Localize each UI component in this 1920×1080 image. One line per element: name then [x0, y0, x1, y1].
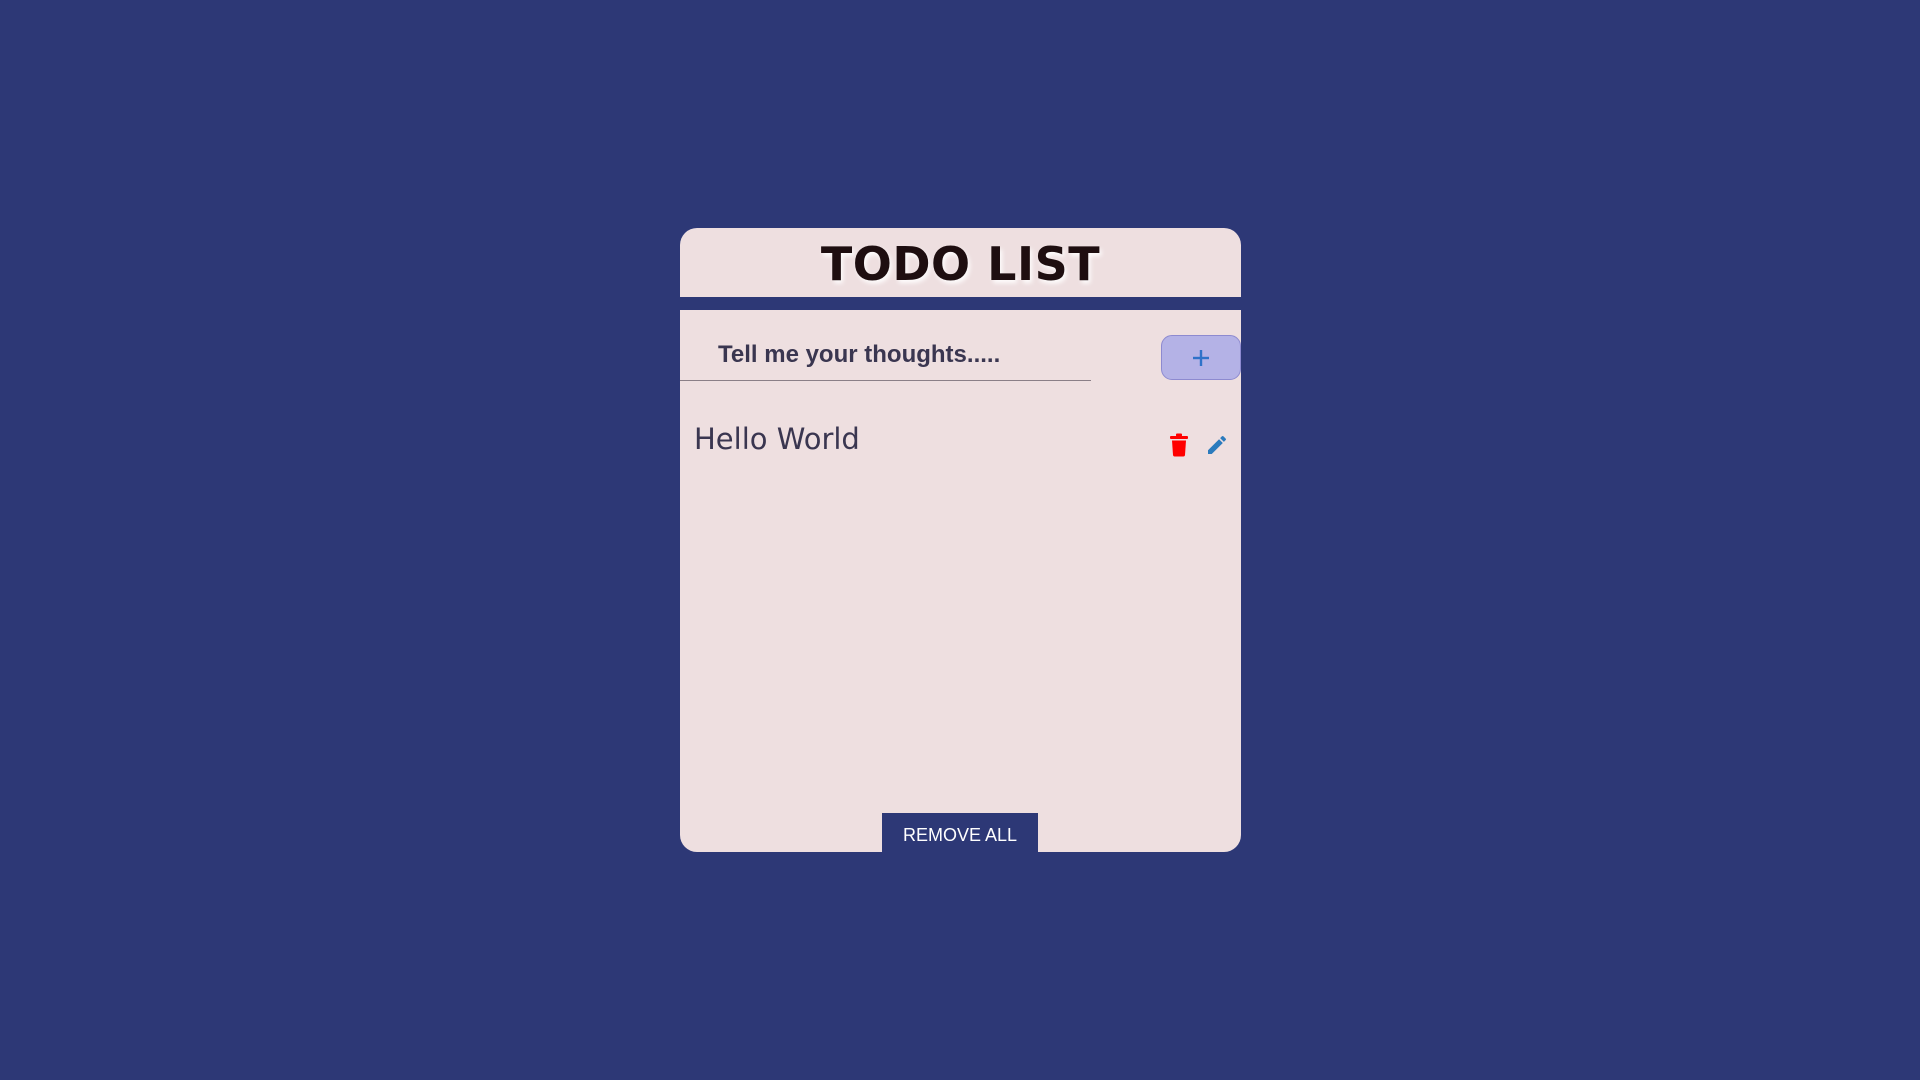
add-todo-button[interactable] [1161, 335, 1241, 380]
delete-todo-button[interactable] [1164, 430, 1194, 460]
todo-item: Hello World [680, 410, 1241, 470]
todo-header: TODO LIST [680, 228, 1241, 297]
todo-item-text: Hello World [694, 422, 860, 456]
todo-input-wrapper [680, 330, 1091, 381]
todo-input[interactable] [680, 330, 1091, 380]
todo-card: TODO LIST Hello World [680, 228, 1241, 852]
remove-all-button[interactable]: REMOVE ALL [882, 813, 1038, 856]
todo-body: Hello World [680, 310, 1241, 852]
trash-icon [1170, 433, 1188, 457]
plus-icon [1193, 349, 1209, 366]
pencil-icon [1208, 435, 1227, 454]
page-title: TODO LIST [820, 236, 1101, 291]
edit-todo-button[interactable] [1202, 430, 1232, 460]
